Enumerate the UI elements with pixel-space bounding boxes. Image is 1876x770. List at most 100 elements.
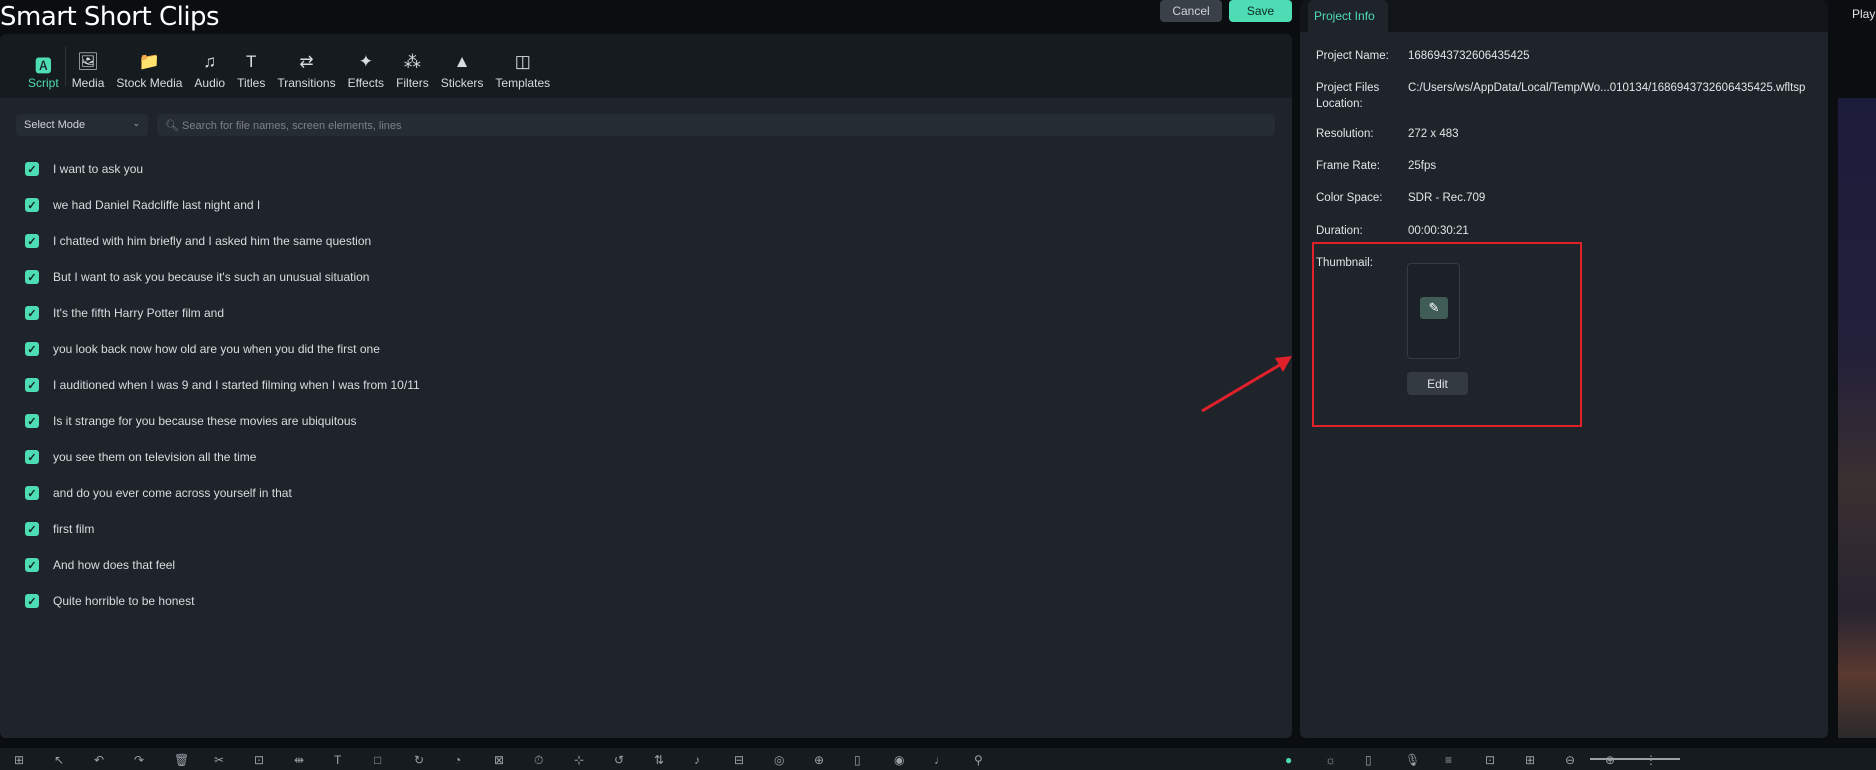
timeline-tool-icon[interactable]: ↖ [54,753,64,767]
select-mode-dropdown[interactable]: Select Mode ⌄ [16,114,148,136]
line-text: first film [53,522,95,536]
tab-templates[interactable]: ◫ Templates [489,34,556,98]
red-arrow-annotation [1201,356,1292,413]
line-checkbox[interactable]: ✓ [25,306,39,320]
timeline-tool-icon[interactable]: ◉ [894,753,904,767]
field-value: 25fps [1408,160,1437,172]
tab-script[interactable]: 🅰 Script [22,34,65,98]
templates-icon: ◫ [514,52,531,71]
timeline-tool-icon[interactable]: ◔ [454,753,461,767]
tab-label: Media [71,76,105,90]
tab-filters[interactable]: ⁂ Filters [390,34,435,98]
media-tabs: 🅰 Script 🖼 Media 📁 Stock Media ♫ Audio T Titles ⇄ T… [0,34,1292,98]
timeline-tool-icon[interactable]: ⊟ [734,753,744,767]
line-text: It's the fifth Harry Potter film and [53,306,225,320]
field-value: C:/Users/ws/AppData/Local/Temp/Wo...0101… [1408,82,1806,94]
tab-titles[interactable]: T Titles [231,34,271,98]
timeline-tool-icon[interactable]: ▯ [1365,753,1372,767]
search-input[interactable]: 🔍︎ Search for file names, screen element… [157,114,1275,136]
line-text: you look back now how old are you when y… [53,342,380,356]
timeline-tool-icon[interactable]: ↻ [414,753,424,767]
line-checkbox[interactable]: ✓ [25,558,39,572]
tab-label: Templates [495,76,551,90]
timeline-tool-icon[interactable]: ⏱ [534,753,543,768]
tab-label: Filters [396,76,429,90]
timeline-tool-icon[interactable]: ♩ [934,753,946,767]
timeline-tool-icon[interactable]: ⊹ [574,753,584,767]
tab-label: Script [28,76,59,90]
timeline-tool-icon[interactable]: ⋮ [1645,753,1657,767]
field-label: Color Space: [1316,192,1383,204]
line-checkbox[interactable]: ✓ [25,270,39,284]
tab-stock-media[interactable]: 📁 Stock Media [110,34,188,98]
timeline-tool-icon[interactable]: ⊡ [1485,753,1495,767]
line-checkbox[interactable]: ✓ [25,594,39,608]
line-text: But I want to ask you because it's such … [53,270,370,284]
timeline-tool-icon[interactable]: ● [1285,753,1292,767]
timeline-tool-icon[interactable]: ⊞ [1525,753,1535,767]
timeline-tool-icon[interactable]: ⇹ [294,753,304,767]
timeline-tool-icon[interactable]: ↺ [614,753,624,767]
line-checkbox[interactable]: ✓ [25,342,39,356]
timeline-tool-icon[interactable]: ✂ [214,753,224,767]
script-panel: 🅰 Script 🖼 Media 📁 Stock Media ♫ Audio T Titles ⇄ T… [0,34,1292,738]
list-item: ✓ And how does that feel [25,555,175,575]
list-item: ✓ first film [25,519,94,539]
tab-transitions[interactable]: ⇄ Transitions [271,34,341,98]
line-text: I chatted with him briefly and I asked h… [53,234,372,248]
zoom-slider[interactable] [1590,758,1680,760]
line-checkbox[interactable]: ✓ [25,162,39,176]
field-label: Resolution: [1316,128,1374,140]
list-item: ✓ you look back now how old are you when … [25,339,380,359]
line-checkbox[interactable]: ✓ [25,378,39,392]
timeline-tool-icon[interactable]: ⊖ [1565,753,1575,767]
timeline-tool-icon[interactable]: ⊠ [494,753,504,767]
tab-label: Titles [237,76,266,90]
player-panel: Play [1836,0,1876,738]
list-item: ✓ we had Daniel Radcliffe last night and … [25,195,260,215]
timeline-tool-icon[interactable]: ≡ [1445,753,1452,767]
line-checkbox[interactable]: ✓ [25,414,39,428]
tab-stickers[interactable]: ▲ Stickers [435,34,490,98]
timeline-tool-icon[interactable]: □ [374,753,381,767]
timeline-tool-icon[interactable]: 🗑 [174,753,189,767]
timeline-tool-icon[interactable]: ▯ [854,753,861,767]
transitions-icon: ⇄ [299,52,314,71]
line-text: Is it strange for you because these movi… [53,414,357,428]
stock-media-icon: 📁 [138,52,160,71]
list-item: ✓ and do you ever come across yourself in… [25,483,292,503]
search-icon: 🔍︎ [165,120,179,132]
timeline-tool-icon[interactable]: T [334,753,341,767]
line-checkbox[interactable]: ✓ [25,486,39,500]
tab-effects[interactable]: ✦ Effects [342,34,390,98]
timeline-tool-icon[interactable]: ☼ [1325,753,1336,767]
timeline-tool-icon[interactable]: ♪ [694,753,700,767]
line-checkbox[interactable]: ✓ [25,450,39,464]
field-value: SDR - Rec.709 [1408,192,1486,204]
list-item: ✓ But I want to ask you because it's such… [25,267,369,287]
line-checkbox[interactable]: ✓ [25,522,39,536]
timeline-tool-icon[interactable]: ◎ [774,753,784,767]
timeline-tool-icon[interactable]: ↷ [134,753,144,767]
timeline-tool-icon[interactable]: ↶ [94,753,104,767]
line-checkbox[interactable]: ✓ [25,234,39,248]
media-icon: 🖼 [77,52,99,71]
timeline-tool-icon[interactable]: ⊕ [1605,753,1615,767]
field-value: 1686943732606435425 [1408,50,1530,62]
timeline-tool-icon[interactable]: ⚲ [974,753,983,767]
script-icon: 🅰 [34,57,52,76]
timeline-tool-icon[interactable]: 🎙 [1405,753,1420,767]
tab-label: Stickers [440,76,484,90]
player-tab[interactable]: Play [1852,7,1875,21]
cancel-button[interactable]: Cancel [1160,0,1222,22]
tab-audio[interactable]: ♫ Audio [188,34,231,98]
tab-project-info[interactable]: Project Info [1308,0,1388,32]
timeline-tool-icon[interactable]: ⊡ [254,753,264,767]
line-checkbox[interactable]: ✓ [25,198,39,212]
tab-media[interactable]: 🖼 Media [66,34,111,98]
timeline-tool-icon[interactable]: ⊕ [814,753,824,767]
save-button[interactable]: Save [1229,0,1292,22]
timeline-tool-icon[interactable]: ⇅ [654,753,664,767]
line-text: I auditioned when I was 9 and I started … [53,378,420,392]
timeline-tool-icon[interactable]: ⊞ [14,753,24,767]
